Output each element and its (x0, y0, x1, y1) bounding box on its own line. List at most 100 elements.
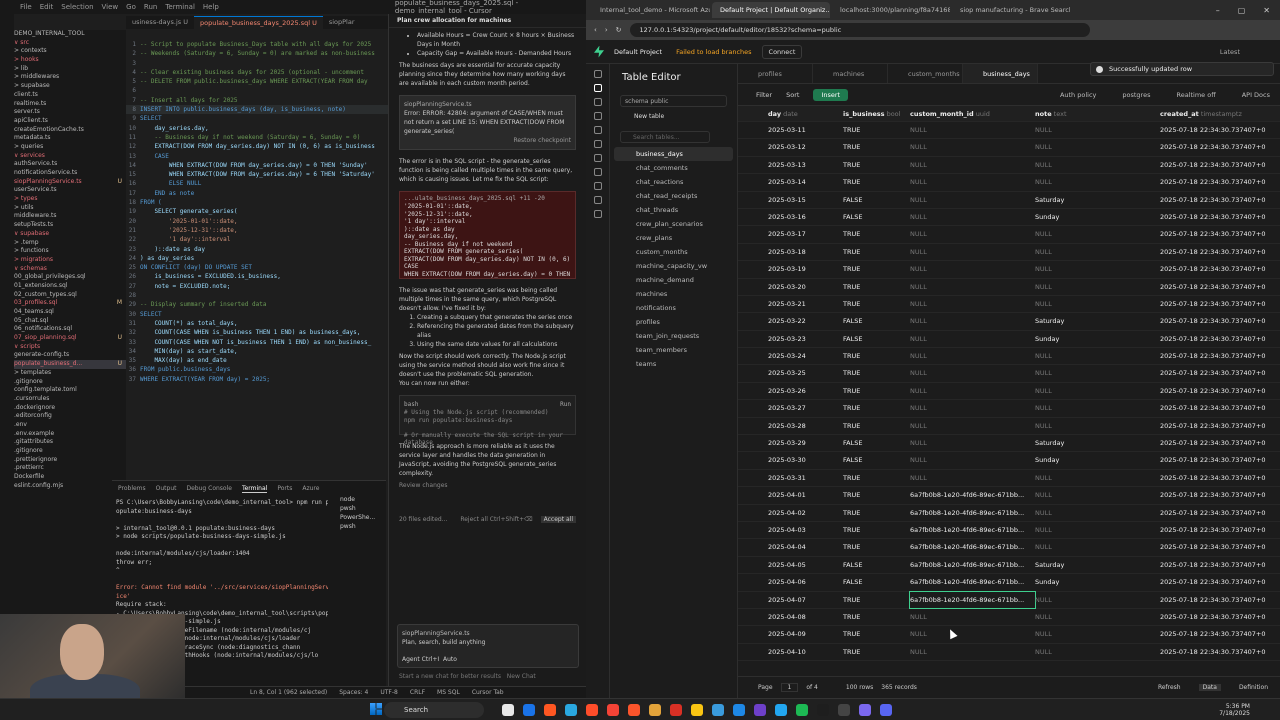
table-cell[interactable]: TRUE (843, 592, 910, 608)
table-row[interactable]: 2025-04-04 TRUE 6a7fb0b8-1e20-4fd6-89ec-67… (738, 539, 1280, 557)
explorer-item[interactable]: 03_profiles.sql M (14, 299, 126, 308)
code-line[interactable]: 23 )::date as day (126, 245, 388, 254)
explorer-item[interactable]: generate-config.ts (14, 351, 126, 360)
home-icon[interactable] (594, 70, 602, 78)
table-cell[interactable]: TRUE (843, 522, 910, 538)
table-row[interactable]: 2025-03-21 TRUE NULL NULL 2025-07-18 22:34:3… (738, 296, 1280, 314)
table-row[interactable]: 2025-03-26 TRUE NULL NULL 2025-07-18 22:34:3… (738, 383, 1280, 401)
panel-tab[interactable]: Terminal (241, 485, 268, 493)
explorer-item[interactable]: .gitignore (14, 447, 126, 456)
explorer-item[interactable]: > templates (14, 369, 126, 378)
row-checkbox[interactable] (738, 365, 768, 381)
explorer-item[interactable]: 06_notifications.sql (14, 325, 126, 334)
table-cell[interactable]: TRUE (843, 400, 910, 416)
taskbar-search[interactable]: Search (384, 701, 484, 718)
url-input[interactable]: 127.0.0.1:54323/project/default/editor/1… (629, 23, 1090, 37)
explorer-item[interactable]: > lib (14, 65, 126, 74)
code-line[interactable]: 37 WHERE EXTRACT(YEAR FROM day) = 2025; (126, 375, 388, 384)
explorer-item[interactable]: eslint.config.mjs (14, 482, 126, 491)
table-row[interactable]: 2025-03-13 TRUE NULL NULL 2025-07-18 22:34:3… (738, 157, 1280, 175)
table-row[interactable]: 2025-03-31 TRUE NULL NULL 2025-07-18 22:34:3… (738, 470, 1280, 488)
table-cell[interactable]: TRUE (843, 365, 910, 381)
functions-icon[interactable] (594, 154, 602, 162)
row-checkbox[interactable] (738, 174, 768, 190)
code-line[interactable]: 32 COUNT(CASE WHEN is_business THEN 1 EN… (126, 328, 388, 337)
project-selector[interactable]: Default Project (614, 48, 662, 56)
table-cell[interactable]: 2025-07-18 22:34:30.737407+0 (1160, 157, 1280, 173)
table-row[interactable]: 2025-03-29 FALSE NULL Saturday 2025-07-18 22… (738, 435, 1280, 453)
menu-item[interactable]: File (20, 3, 32, 11)
code-line[interactable]: 36 FROM public.business_days (126, 365, 388, 374)
table-cell[interactable]: NULL (1035, 539, 1160, 555)
realtime-toggle[interactable]: Realtime off (1176, 91, 1215, 99)
code-line[interactable]: 34 MIN(day) as start_date, (126, 347, 388, 356)
table-list[interactable]: business_days chat_comments chat_reactions… (610, 147, 737, 371)
row-checkbox[interactable] (738, 279, 768, 295)
table-list-item[interactable]: custom_months (614, 245, 733, 259)
table-cell[interactable]: TRUE (843, 174, 910, 190)
table-cell[interactable]: FALSE (843, 452, 910, 468)
row-checkbox[interactable] (738, 313, 768, 329)
row-checkbox[interactable] (738, 470, 768, 486)
table-row[interactable]: 2025-04-05 FALSE 6a7fb0b8-1e20-4fd6-89ec-6… (738, 557, 1280, 575)
table-cell[interactable]: NULL (910, 609, 1035, 625)
table-cell[interactable]: FALSE (843, 192, 910, 208)
code-line[interactable]: 22 '1 day'::interval (126, 235, 388, 244)
terminal-instance[interactable]: pwsh (336, 504, 386, 513)
table-cell[interactable]: 2025-07-18 22:34:30.737407+0 (1160, 626, 1280, 642)
role-selector[interactable]: postgres (1122, 91, 1150, 99)
table-cell[interactable]: FALSE (843, 435, 910, 451)
table-cell[interactable]: TRUE (843, 122, 910, 138)
table-cell[interactable]: TRUE (843, 505, 910, 521)
table-row[interactable]: 2025-04-09 TRUE NULL NULL 2025-07-18 22:34:3… (738, 626, 1280, 644)
code-line[interactable]: 8 INSERT INTO public.business_days (day, … (126, 105, 388, 115)
taskbar-clock[interactable]: 5:36 PM 7/18/2025 (1219, 703, 1280, 717)
table-search-input[interactable]: Search tables... (620, 131, 710, 143)
table-row[interactable]: 2025-03-23 FALSE NULL Sunday 2025-07-18 22:3… (738, 331, 1280, 349)
table-cell[interactable]: 2025-04-03 (768, 522, 843, 538)
table-cell[interactable]: 6a7fb0b8-1e20-4fd6-89ec-671bb... (910, 522, 1035, 538)
table-cell[interactable]: TRUE (843, 348, 910, 364)
bash-code-block[interactable]: bash Run # Using the Node.js script (reco… (399, 395, 576, 446)
windows-start-icon[interactable] (370, 703, 382, 715)
table-cell[interactable]: 2025-07-18 22:34:30.737407+0 (1160, 400, 1280, 416)
table-cell[interactable]: 2025-03-31 (768, 470, 843, 486)
table-cell[interactable]: 2025-07-18 22:34:30.737407+0 (1160, 557, 1280, 573)
reports-icon[interactable] (594, 196, 602, 204)
editor-tabs[interactable]: usiness-days.js Upopulate_business_days_… (126, 16, 388, 29)
row-checkbox[interactable] (738, 522, 768, 538)
code-line[interactable]: 26 is_business = EXCLUDED.is_business, (126, 272, 388, 281)
table-cell[interactable]: 6a7fb0b8-1e20-4fd6-89ec-671bb... (910, 487, 1035, 503)
forward-icon[interactable]: › (605, 26, 608, 34)
row-checkbox[interactable] (738, 626, 768, 642)
table-cell[interactable]: NULL (910, 470, 1035, 486)
table-cell[interactable]: NULL (1035, 174, 1160, 190)
table-cell[interactable]: 2025-03-18 (768, 244, 843, 260)
column-header[interactable]: note text (1035, 106, 1160, 121)
menu-bar[interactable]: File Edit Selection View Go Run Terminal Help (20, 3, 227, 11)
browser-tabs[interactable]: Internal_tool_demo - Microsoft Azure Defa… (592, 2, 1070, 18)
table-tab[interactable]: custom_months (888, 64, 963, 83)
code-line[interactable]: 20 '2025-01-01'::date, (126, 217, 388, 226)
table-cell[interactable]: Saturday (1035, 435, 1160, 451)
table-cell[interactable]: 2025-03-12 (768, 139, 843, 155)
code-line[interactable]: 27 note = EXCLUDED.note; (126, 282, 388, 291)
table-row[interactable]: 2025-04-10 TRUE NULL NULL 2025-07-18 22:34:3… (738, 644, 1280, 662)
table-cell[interactable]: 2025-03-21 (768, 296, 843, 312)
table-cell[interactable]: 2025-04-05 (768, 557, 843, 573)
table-cell[interactable]: 2025-07-18 22:34:30.737407+0 (1160, 487, 1280, 503)
logs-icon[interactable] (594, 210, 602, 218)
table-row[interactable]: 2025-03-17 TRUE NULL NULL 2025-07-18 22:34:3… (738, 226, 1280, 244)
table-list-item[interactable]: crew_plan_scenarios (614, 217, 733, 231)
explorer-item[interactable]: > types (14, 195, 126, 204)
table-list-item[interactable]: notifications (614, 301, 733, 315)
explorer-item[interactable]: .gitattributes (14, 438, 126, 447)
table-row[interactable]: 2025-04-03 TRUE 6a7fb0b8-1e20-4fd6-89ec-67… (738, 522, 1280, 540)
taskbar-app-icon[interactable] (775, 703, 787, 716)
table-cell[interactable]: 2025-07-18 22:34:30.737407+0 (1160, 452, 1280, 468)
table-cell[interactable]: NULL (910, 452, 1035, 468)
maximize-icon[interactable]: ▢ (1238, 6, 1246, 15)
table-cell[interactable]: NULL (910, 348, 1035, 364)
advisors-icon[interactable] (594, 182, 602, 190)
table-list-item[interactable]: profiles (614, 315, 733, 329)
